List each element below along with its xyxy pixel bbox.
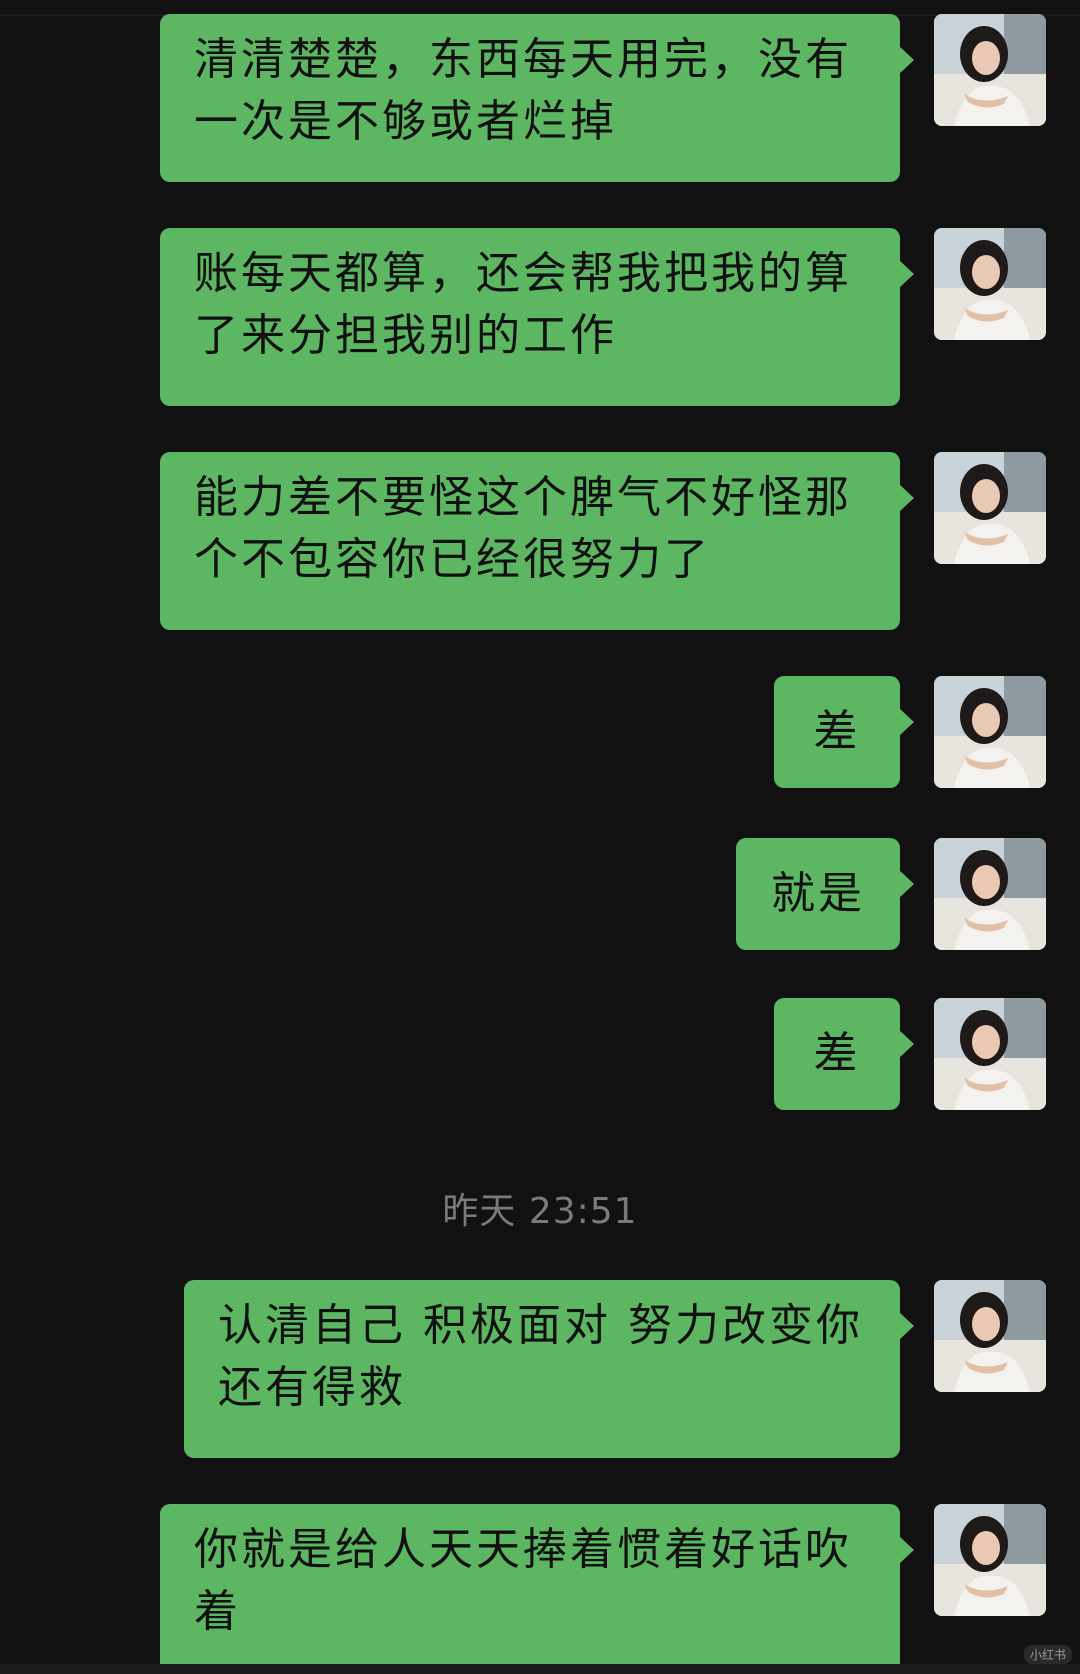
message-bubble[interactable]: 就是: [736, 838, 914, 950]
message-bubble[interactable]: 差: [774, 998, 914, 1110]
message-bubble[interactable]: 账每天都算，还会帮我把我的算了来分担我别的工作: [160, 228, 914, 406]
message-bubble[interactable]: 差: [774, 676, 914, 788]
watermark: 小红书: [1023, 1645, 1072, 1664]
avatar[interactable]: [934, 998, 1046, 1110]
avatar[interactable]: [934, 1280, 1046, 1392]
avatar[interactable]: [934, 228, 1046, 340]
message-bubble[interactable]: 你就是给人天天捧着惯着好话吹着: [160, 1504, 914, 1674]
avatar[interactable]: [934, 1504, 1046, 1616]
chat-area: 清清楚楚，东西每天用完，没有一次是不够或者烂掉 账每天都算，还会帮我把我的算了来…: [0, 0, 1080, 1674]
avatar[interactable]: [934, 452, 1046, 564]
message-timestamp: 昨天 23:51: [442, 1191, 638, 1232]
avatar[interactable]: [934, 676, 1046, 788]
avatar[interactable]: [934, 838, 1046, 950]
avatar[interactable]: [934, 14, 1046, 126]
message-bubble[interactable]: 认清自己 积极面对 努力改变你还有得救: [184, 1280, 914, 1458]
message-bubble[interactable]: 清清楚楚，东西每天用完，没有一次是不够或者烂掉: [160, 14, 914, 182]
message-bubble[interactable]: 能力差不要怪这个脾气不好怪那个不包容你已经很努力了: [160, 452, 914, 630]
bottom-divider: [0, 1664, 1080, 1674]
